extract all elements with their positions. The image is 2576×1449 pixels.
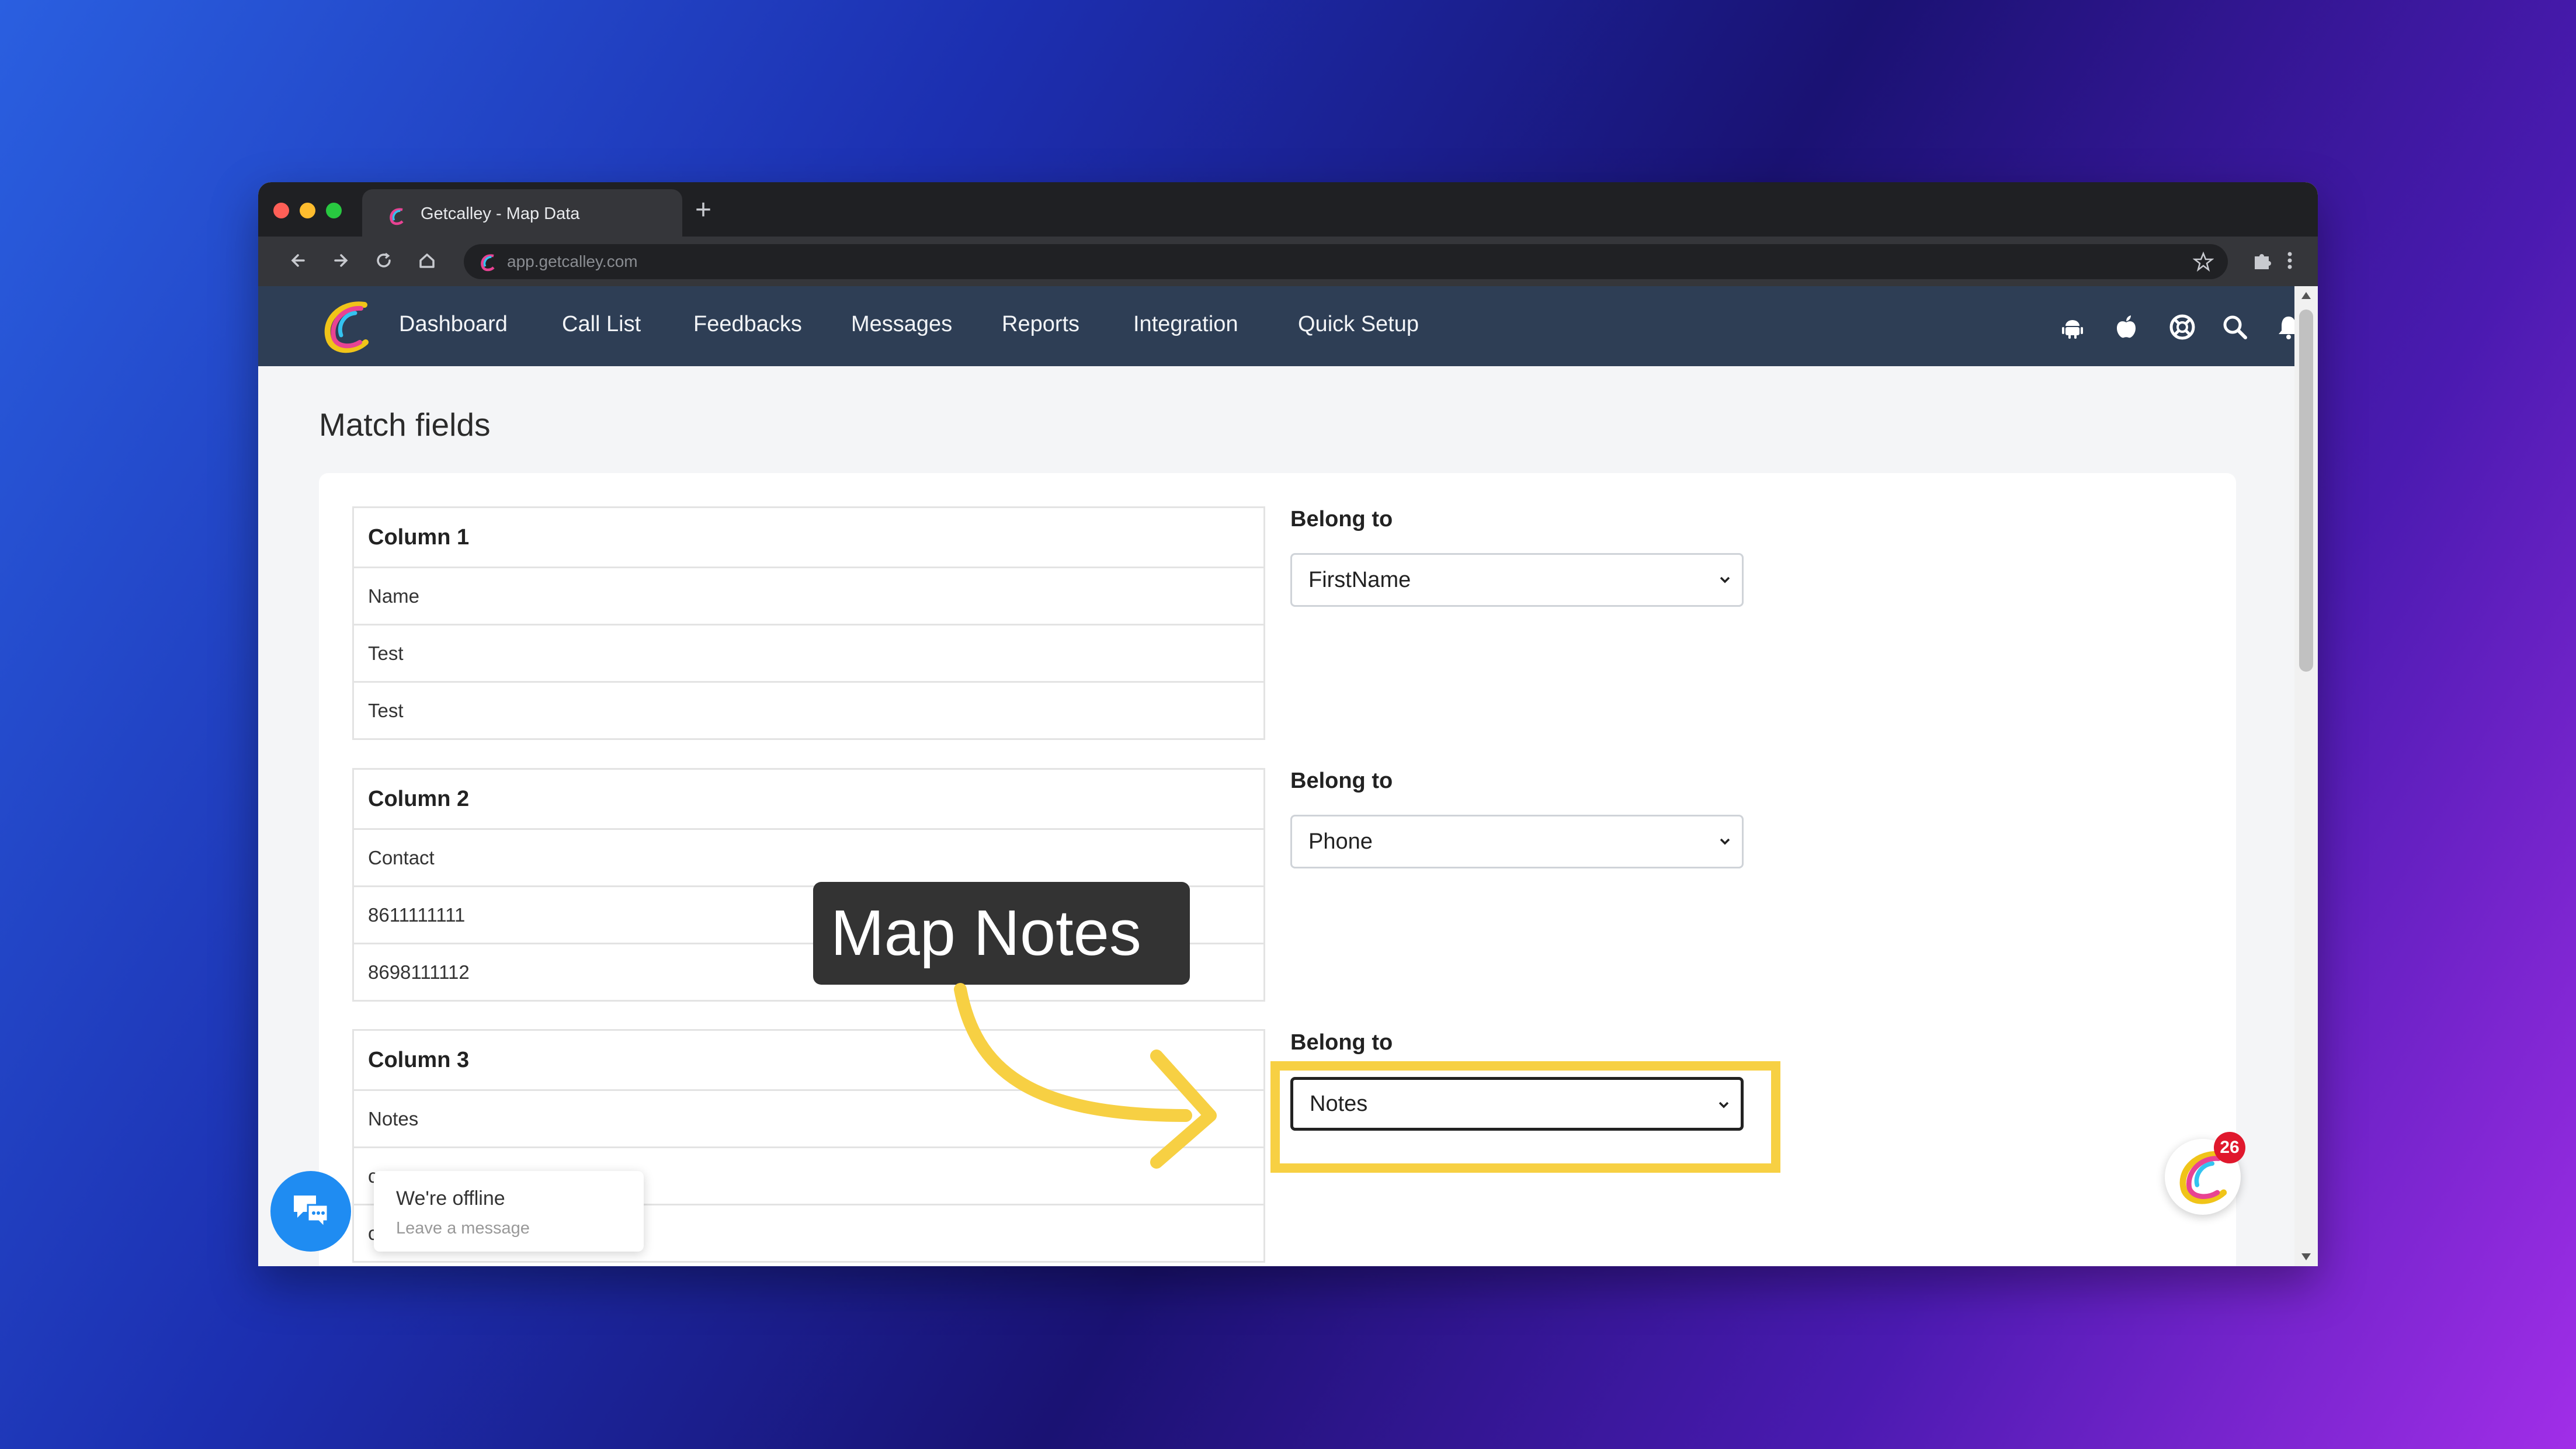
nav-dashboard[interactable]: Dashboard bbox=[399, 312, 508, 337]
vertical-scrollbar[interactable] bbox=[2294, 286, 2318, 1266]
extensions-puzzle-icon[interactable] bbox=[2250, 248, 2275, 273]
chat-status-text: We're offline bbox=[396, 1187, 505, 1210]
column-header: Column 1 bbox=[354, 508, 1263, 568]
notification-count-badge: 26 bbox=[2214, 1132, 2245, 1163]
field-select-column-2[interactable]: Phone bbox=[1290, 815, 1744, 868]
minimize-window-button[interactable] bbox=[300, 203, 315, 218]
calley-favicon-icon bbox=[390, 208, 404, 225]
home-icon[interactable] bbox=[414, 247, 440, 274]
chat-prompt-text: Leave a message bbox=[396, 1219, 530, 1238]
android-icon[interactable] bbox=[2058, 313, 2087, 341]
apple-icon[interactable] bbox=[2112, 313, 2140, 341]
support-icon[interactable] bbox=[2168, 313, 2196, 341]
url-text: app.getcalley.com bbox=[507, 252, 638, 270]
chat-button[interactable] bbox=[270, 1171, 351, 1252]
table-row: Test bbox=[354, 626, 1263, 683]
nav-call-list[interactable]: Call List bbox=[562, 312, 641, 337]
chevron-down-icon bbox=[1720, 576, 1730, 583]
new-tab-button[interactable]: + bbox=[695, 193, 711, 228]
tab-title: Getcalley - Map Data bbox=[421, 204, 580, 223]
field-select-column-1[interactable]: FirstName bbox=[1290, 553, 1744, 607]
calley-favicon-icon bbox=[481, 254, 495, 272]
scroll-up-arrow-icon[interactable] bbox=[2301, 292, 2311, 299]
belong-to-label: Belong to bbox=[1290, 507, 1393, 531]
select-value: Phone bbox=[1308, 829, 1373, 854]
column-1-table: Column 1 Name Test Test bbox=[352, 506, 1265, 740]
table-row: Test bbox=[368, 700, 404, 721]
table-row: Contact bbox=[354, 830, 1263, 887]
more-menu-icon[interactable] bbox=[2284, 248, 2296, 273]
table-row: Name bbox=[354, 568, 1263, 626]
column-header: Column 2 bbox=[354, 770, 1263, 830]
chevron-down-icon bbox=[1720, 838, 1730, 845]
forward-icon[interactable] bbox=[327, 247, 354, 274]
nav-reports[interactable]: Reports bbox=[1002, 312, 1079, 337]
back-icon[interactable] bbox=[285, 247, 312, 274]
close-window-button[interactable] bbox=[273, 203, 289, 218]
maximize-window-button[interactable] bbox=[326, 203, 342, 218]
nav-messages[interactable]: Messages bbox=[851, 312, 952, 337]
nav-integration[interactable]: Integration bbox=[1133, 312, 1238, 337]
browser-toolbar: app.getcalley.com bbox=[258, 237, 2318, 286]
curved-arrow-icon bbox=[954, 983, 1217, 1169]
address-bar[interactable]: app.getcalley.com bbox=[464, 244, 2228, 279]
select-value: FirstName bbox=[1308, 568, 1411, 592]
belong-to-label: Belong to bbox=[1290, 769, 1393, 793]
browser-tab[interactable]: Getcalley - Map Data bbox=[362, 189, 682, 237]
chat-bubbles-icon bbox=[294, 1196, 329, 1229]
calley-logo-icon[interactable] bbox=[317, 298, 375, 356]
browser-titlebar: Getcalley - Map Data + bbox=[258, 182, 2318, 237]
bookmark-star-icon[interactable] bbox=[2193, 251, 2214, 272]
page-title: Match fields bbox=[319, 406, 491, 443]
belong-to-label: Belong to bbox=[1290, 1030, 1393, 1055]
chat-status-bubble[interactable]: We're offline Leave a message bbox=[374, 1171, 644, 1252]
highlight-box bbox=[1270, 1061, 1780, 1173]
search-icon[interactable] bbox=[2221, 313, 2249, 341]
callout-label: Map Notes bbox=[813, 882, 1190, 985]
nav-feedbacks[interactable]: Feedbacks bbox=[693, 312, 802, 337]
nav-quick-setup[interactable]: Quick Setup bbox=[1298, 312, 1419, 337]
scrollbar-thumb[interactable] bbox=[2299, 310, 2313, 672]
reload-icon[interactable] bbox=[370, 247, 397, 274]
app-navbar: Dashboard Call List Feedbacks Messages R… bbox=[258, 286, 2299, 366]
scroll-down-arrow-icon[interactable] bbox=[2301, 1253, 2311, 1260]
